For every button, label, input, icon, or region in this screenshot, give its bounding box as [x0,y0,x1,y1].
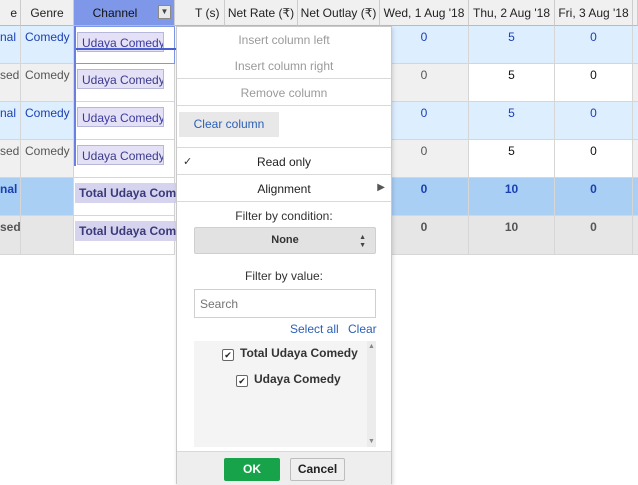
column-header-overflow [633,0,638,26]
menu-separator [177,105,391,106]
cell-genre[interactable]: Comedy [21,140,74,178]
cell-overflow [633,102,638,140]
checkmark-icon: ✓ [183,156,193,168]
cell-fri[interactable]: 0 [555,216,633,255]
caret-right-icon: ▶ [377,182,385,193]
cell-partial[interactable]: sed [0,216,21,255]
cell-overflow [633,64,638,102]
menu-item-alignment[interactable]: Alignment ▶ [177,182,391,196]
cell-genre[interactable]: Comedy [21,26,74,64]
menu-item-read-only[interactable]: ✓ Read only [177,155,391,169]
cell-wed[interactable]: 0 [380,26,469,64]
cell-genre[interactable] [21,216,74,255]
scroll-up-icon[interactable]: ▲ [368,343,375,350]
menu-item-insert-column-left[interactable]: Insert column left [177,33,391,47]
checkbox-checked-icon[interactable]: ✔ [222,349,234,361]
cell-overflow [633,216,638,255]
cell-thu[interactable]: 5 [469,140,555,178]
filter-values-list: ✔ Total Udaya Comedy ✔ Udaya Comedy ▲ ▼ [194,341,376,447]
cell-overflow [633,140,638,178]
column-header-partial[interactable]: e [0,0,21,26]
menu-separator [177,78,391,79]
cell-partial[interactable]: nal [0,26,21,64]
channel-tag[interactable]: Udaya Comedy [77,107,164,127]
cell-wed[interactable]: 0 [380,178,469,216]
cell-fri[interactable]: 0 [555,64,633,102]
column-header-net-outlay[interactable]: Net Outlay (₹) [298,0,380,26]
channel-tag[interactable]: Udaya Comedy [77,145,164,165]
cell-overflow [633,178,638,216]
column-header-thu[interactable]: Thu, 2 Aug '18 [469,0,555,26]
menu-separator [177,174,391,175]
scroll-down-icon[interactable]: ▼ [368,438,375,445]
filter-by-value-label: Filter by value: [244,269,324,283]
column-header-t[interactable]: T (s) [175,0,225,26]
cell-partial[interactable]: sed [0,140,21,178]
cell-fri[interactable]: 0 [555,140,633,178]
list-scrollbar[interactable]: ▲ ▼ [367,341,376,447]
column-dropdown-menu: Insert column left Insert column right R… [176,26,392,485]
cell-genre[interactable] [21,178,74,216]
menu-item-insert-column-right[interactable]: Insert column right [177,59,391,73]
column-header-channel-label: Channel [92,5,138,20]
menu-footer: OK Cancel [177,451,391,485]
menu-separator [177,201,391,202]
cell-wed[interactable]: 0 [380,64,469,102]
condition-select-value: None [271,234,299,246]
cell-partial[interactable]: sed [0,64,21,102]
selection-underline [74,48,176,50]
cancel-button[interactable]: Cancel [290,458,345,481]
cell-thu[interactable]: 5 [469,64,555,102]
select-all-link[interactable]: Select all [290,322,339,336]
filter-by-condition-label: Filter by condition: [235,209,333,223]
column-header-wed[interactable]: Wed, 1 Aug '18 [380,0,469,26]
cell-thu[interactable]: 5 [469,102,555,140]
menu-item-clear-column[interactable]: Clear column [179,112,279,137]
cell-wed[interactable]: 0 [380,102,469,140]
cell-partial[interactable]: nal [0,102,21,140]
channel-total-tag[interactable]: Total Udaya Come [75,221,176,241]
selection-border [74,26,76,166]
cell-thu[interactable]: 10 [469,216,555,255]
cell-genre[interactable]: Comedy [21,102,74,140]
cell-thu[interactable]: 10 [469,178,555,216]
filter-value-item[interactable]: ✔ Total Udaya Comedy [222,346,358,361]
cell-fri[interactable]: 0 [555,178,633,216]
column-header-fri[interactable]: Fri, 3 Aug '18 [555,0,633,26]
cell-fri[interactable]: 0 [555,26,633,64]
filter-search-input[interactable] [194,289,376,318]
updown-arrows-icon: ▲ ▼ [359,234,366,249]
menu-separator [177,147,391,148]
channel-tag[interactable]: Udaya Comedy [77,69,164,89]
checkbox-checked-icon[interactable]: ✔ [236,375,248,387]
clear-link[interactable]: Clear [348,322,377,336]
cell-wed[interactable]: 0 [380,140,469,178]
cell-partial[interactable]: nal [0,178,21,216]
column-header-genre[interactable]: Genre [21,0,74,26]
column-header-net-rate[interactable]: Net Rate (₹) [225,0,298,26]
menu-item-alignment-label: Alignment [257,182,311,196]
channel-total-tag[interactable]: Total Udaya Come [75,183,176,203]
column-header-channel[interactable]: Channel ▼ [74,0,175,26]
menu-item-read-only-label: Read only [256,155,312,169]
filter-value-item[interactable]: ✔ Udaya Comedy [236,372,341,387]
cell-wed[interactable]: 0 [380,216,469,255]
ok-button[interactable]: OK [224,458,280,481]
filter-value-label: Udaya Comedy [254,372,341,386]
cell-genre[interactable]: Comedy [21,64,74,102]
cell-thu[interactable]: 5 [469,26,555,64]
cell-fri[interactable]: 0 [555,102,633,140]
chevron-down-icon[interactable]: ▼ [158,5,171,19]
menu-item-remove-column[interactable]: Remove column [177,86,391,100]
cell-overflow [633,26,638,64]
condition-select[interactable]: None ▲ ▼ [194,227,376,254]
filter-value-label: Total Udaya Comedy [240,346,358,360]
